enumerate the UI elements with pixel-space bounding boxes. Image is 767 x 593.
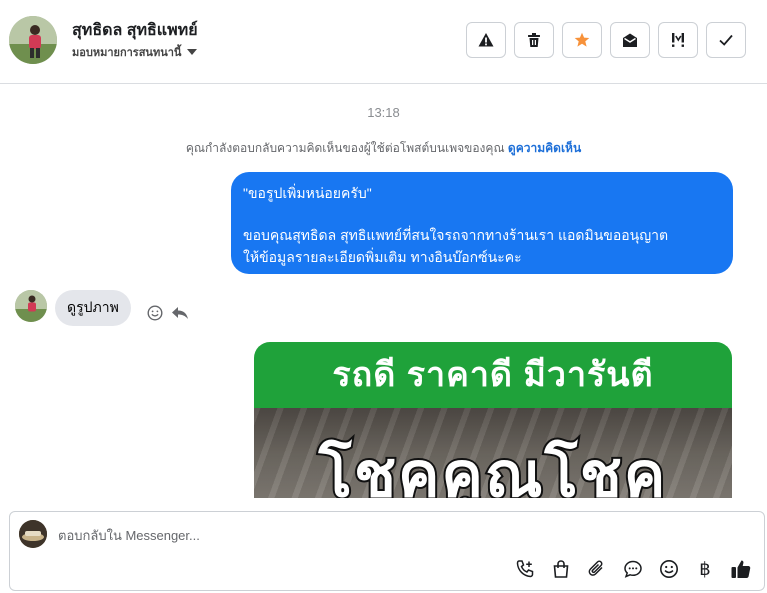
reply-input[interactable] <box>58 525 658 545</box>
thumbs-up-icon <box>731 560 751 578</box>
payment-button[interactable]: ฿ <box>694 558 716 580</box>
delete-button[interactable] <box>514 22 554 58</box>
emoji-reaction-icon[interactable] <box>147 305 163 321</box>
contact-name[interactable]: สุทธิดล สุทธิแพทย์ <box>72 18 198 43</box>
composer-tools: ฿ <box>514 558 752 580</box>
star-icon <box>574 32 590 47</box>
thread-header: สุทธิดล สุทธิแพทย์ มอบหมายการสนทนานี้ <box>0 0 767 84</box>
trash-icon <box>528 33 540 47</box>
outgoing-message[interactable]: "ขอรูปเพิ่มหน่อยครับ" ขอบคุณสุทธิดล สุทธ… <box>231 172 733 274</box>
notice-text: คุณกำลังตอบกลับความคิดเห็นของผู้ใช้ต่อโพ… <box>185 141 505 155</box>
image-overlay-text: โชคคูณโชค <box>317 439 668 498</box>
message-actions <box>147 305 189 321</box>
image-photo: โชคคูณโชค <box>254 408 732 498</box>
check-icon <box>719 34 733 46</box>
smiley-icon <box>660 560 678 578</box>
outgoing-quote: "ขอรูปเพิ่มหน่อยครับ" <box>243 185 372 201</box>
warning-icon <box>478 33 494 47</box>
report-button[interactable] <box>466 22 506 58</box>
sender-avatar[interactable] <box>15 290 47 322</box>
paperclip-icon <box>588 560 603 576</box>
reply-composer: ฿ <box>9 511 765 591</box>
envelope-open-icon <box>623 33 637 47</box>
star-button[interactable] <box>562 22 602 58</box>
saved-replies-button[interactable] <box>622 558 644 580</box>
incoming-message[interactable]: ดูรูปภาพ <box>55 290 131 326</box>
incoming-text: ดูรูปภาพ <box>67 299 119 315</box>
shop-button[interactable] <box>550 558 572 580</box>
emoji-button[interactable] <box>658 558 680 580</box>
call-add-button[interactable] <box>514 558 536 580</box>
attach-button[interactable] <box>586 558 608 580</box>
view-comment-link[interactable]: ดูความคิดเห็น <box>508 141 581 155</box>
exclamation-icon <box>672 33 684 47</box>
page-avatar <box>19 520 47 548</box>
image-attachment[interactable]: รถดี ราคาดี มีวารันตี โชคคูณโชค <box>254 342 732 498</box>
like-button[interactable] <box>730 558 752 580</box>
assign-conversation-dropdown[interactable]: มอบหมายการสนทนานี้ <box>72 43 198 61</box>
caret-down-icon <box>187 49 198 55</box>
reply-icon[interactable] <box>171 305 189 321</box>
comment-reply-notice: คุณกำลังตอบกลับความคิดเห็นของผู้ใช้ต่อโพ… <box>0 139 767 158</box>
image-banner-text: รถดี ราคาดี มีวารันตี <box>254 342 732 408</box>
assign-label: มอบหมายการสนทนานี้ <box>72 47 182 59</box>
messenger-inbox-thread: สุทธิดล สุทธิแพทย์ มอบหมายการสนทนานี้ 13… <box>0 0 767 593</box>
phone-plus-icon <box>516 560 534 578</box>
mark-unread-button[interactable] <box>610 22 650 58</box>
baht-icon: ฿ <box>699 558 711 580</box>
important-button[interactable] <box>658 22 698 58</box>
message-timestamp: 13:18 <box>367 105 400 120</box>
shopping-bag-icon <box>553 560 569 578</box>
outgoing-line-2: ให้ข้อมูลรายละเอียดพิ่มเติม ทางอินบ๊อกซ์… <box>243 249 522 265</box>
contact-avatar[interactable] <box>9 16 57 64</box>
chat-bubble-icon <box>624 560 642 578</box>
done-button[interactable] <box>706 22 746 58</box>
outgoing-line-1: ขอบคุณสุทธิดล สุทธิแพทย์ที่สนใจรถจากทางร… <box>243 227 669 243</box>
message-list[interactable]: 13:18 คุณกำลังตอบกลับความคิดเห็นของผู้ใช… <box>0 85 767 498</box>
thread-toolbar <box>466 22 746 58</box>
